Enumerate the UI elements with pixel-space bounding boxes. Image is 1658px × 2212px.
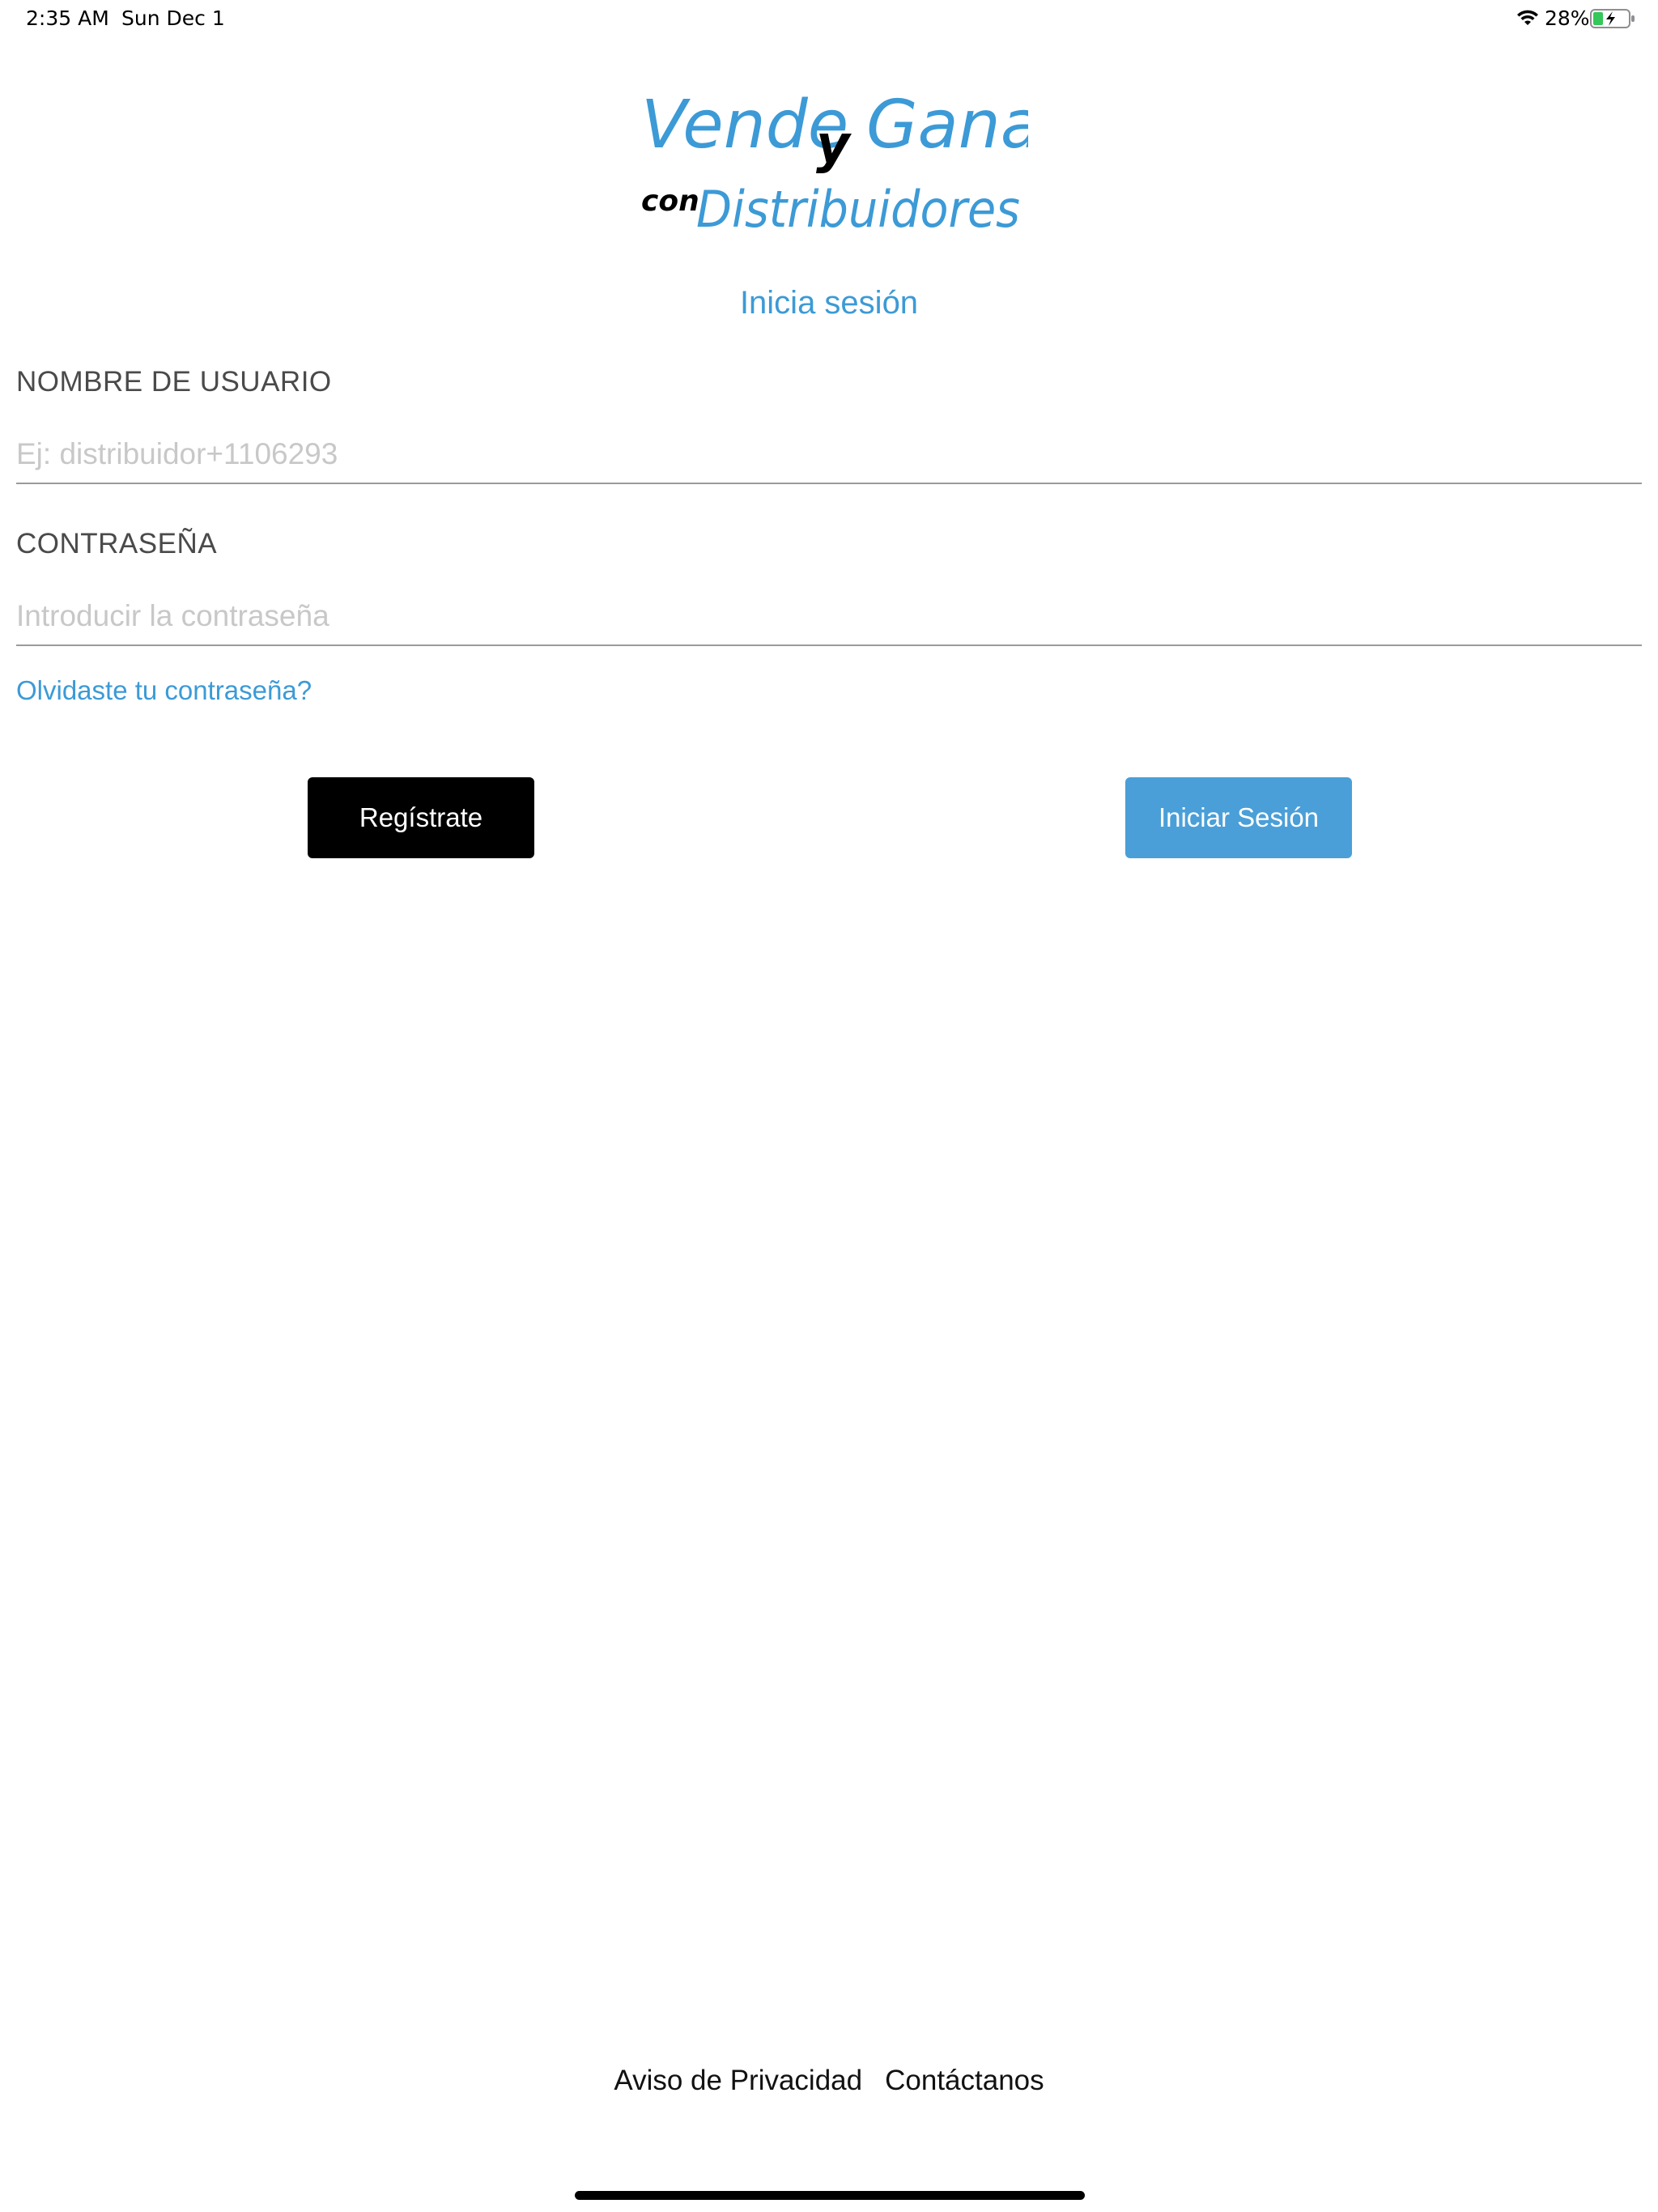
password-input[interactable] [16,588,1642,646]
battery-icon [1590,9,1635,28]
username-input[interactable] [16,426,1642,484]
status-time: 2:35 AM [26,6,109,30]
contact-link[interactable]: Contáctanos [885,2065,1044,2097]
forgot-password-link[interactable]: Olvidaste tu contraseña? [16,675,312,706]
login-screen: 2:35 AM Sun Dec 1 28% Vende y Gana con D… [0,0,1658,2212]
login-title: Inicia sesión [739,285,919,321]
username-label: NOMBRE DE USUARIO [16,366,332,398]
logo-word-y: y [816,115,852,175]
footer-links: Aviso de Privacidad Contáctanos [0,2065,1658,2097]
login-button[interactable]: Iniciar Sesión [1125,777,1352,858]
logo-word-gana: Gana [866,87,1028,164]
wifi-icon [1517,10,1538,25]
battery-fill [1593,12,1603,25]
logo-word-con: con [641,185,699,218]
battery-percent: 28% [1545,6,1590,30]
password-label: CONTRASEÑA [16,528,218,559]
home-indicator[interactable] [575,2191,1085,2200]
logo-word-distribuidores: Distribuidores [696,180,1020,239]
status-date: Sun Dec 1 [121,6,225,30]
register-button[interactable]: Regístrate [308,777,534,858]
vende-y-gana-logo: Vende y Gana con Distribuidores [641,87,1028,239]
privacy-notice-link[interactable]: Aviso de Privacidad [614,2065,862,2097]
